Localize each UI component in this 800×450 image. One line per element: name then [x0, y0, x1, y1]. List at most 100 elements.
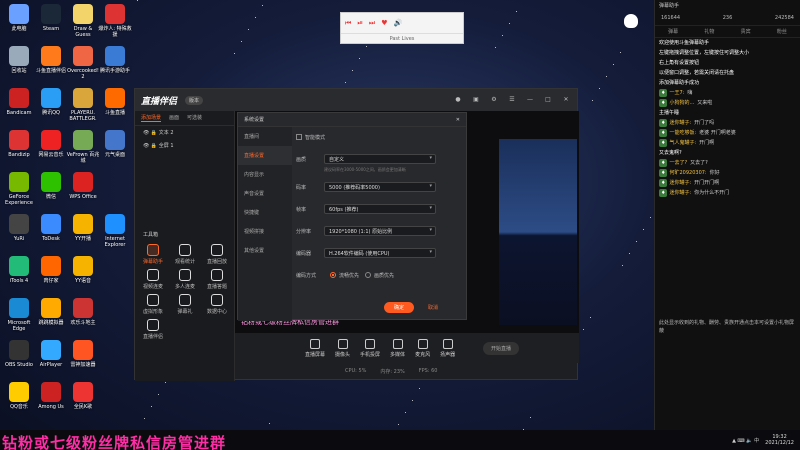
pro-mode-row[interactable]: 智能模式 [296, 131, 464, 143]
tool-button[interactable]: 视频连麦 [137, 269, 169, 290]
setting-select[interactable]: 60fps (推荐) [324, 204, 436, 214]
radio-quality[interactable] [365, 272, 372, 278]
close-icon[interactable]: ✕ [561, 95, 571, 105]
desktop-icon[interactable]: Overcooked! 2 [66, 46, 100, 90]
player-control-icon[interactable]: ⏮ [345, 19, 351, 28]
chat-username[interactable]: 一去了? [669, 160, 687, 166]
source-button[interactable]: 多媒体 [390, 338, 405, 358]
scene-tab[interactable]: 画面 [169, 114, 179, 122]
panel-tabs[interactable]: 弹幕 礼物 贵宾 粉丝 [655, 26, 800, 38]
tool-button[interactable]: 观看统计 [169, 244, 201, 265]
setting-select[interactable]: H.264软件编码 (使用CPU) [324, 248, 436, 258]
source-button[interactable]: 扬声器 [440, 338, 455, 358]
desktop-icon[interactable]: 此电脑 [2, 4, 36, 48]
tool-button[interactable]: 多人连麦 [169, 269, 201, 290]
desktop-icon[interactable]: iTools 4 [2, 256, 36, 300]
pro-mode-checkbox[interactable] [296, 134, 302, 140]
tool-button[interactable]: 数据中心 [201, 294, 233, 315]
setting-select[interactable]: 自定义 [324, 154, 436, 164]
chat-username[interactable]: 迷你罐子: [669, 180, 691, 186]
player-control-icon[interactable]: 🔊 [394, 19, 403, 27]
desktop-icon[interactable]: 微信 [34, 172, 68, 216]
desktop-icon[interactable]: 元气桌面 [98, 130, 132, 174]
desktop-icon[interactable]: YuRi [2, 214, 36, 258]
menu-icon[interactable]: ☰ [507, 95, 517, 105]
desktop-icon[interactable]: GeForce Experience [2, 172, 36, 216]
desktop-icon[interactable]: OBS Studio [2, 340, 36, 384]
chat-username[interactable]: 迷你罐子: [669, 120, 691, 126]
chat-username[interactable]: 一能吃够饭: [669, 130, 696, 136]
start-stream-button[interactable]: 开始直播 [482, 341, 519, 355]
source-button[interactable]: 手机投屏 [360, 338, 380, 358]
desktop-icon[interactable]: Internet Explorer [98, 214, 132, 258]
source-button[interactable]: 直播屏幕 [305, 338, 325, 358]
panel-tab[interactable]: 礼物 [704, 28, 714, 35]
desktop-icon[interactable]: Bandicam [2, 88, 36, 132]
desktop-icon[interactable]: 斗鱼直播伴侣 [34, 46, 68, 90]
scene-item[interactable]: 👁 🔒 全屏 1 [135, 139, 234, 152]
settings-menu-item[interactable]: 快捷键 [238, 203, 292, 222]
tool-button[interactable]: 直播伴侣 [137, 319, 169, 340]
scene-item[interactable]: 👁 🔒 文本 2 [135, 126, 234, 139]
desktop-icon[interactable]: 网易云音乐 [34, 130, 68, 174]
chat-username[interactable]: 迷你罐子: [669, 190, 691, 196]
desktop-icon[interactable]: Bandizip [2, 130, 36, 174]
tool-button[interactable]: 弹幕礼 [169, 294, 201, 315]
desktop-icon[interactable]: YY开播 [66, 214, 100, 258]
tray-icons[interactable]: ▲ ⌨ 🔈 中 [732, 437, 759, 444]
source-button[interactable]: 摄像头 [335, 338, 350, 358]
source-button[interactable]: 麦克风 [415, 338, 430, 358]
dialog-close-icon[interactable]: ✕ [456, 117, 460, 123]
desktop-icon[interactable]: 欢乐斗地主 [66, 298, 100, 342]
desktop-icon[interactable]: AirPlayer [34, 340, 68, 384]
desktop-icon[interactable]: 腾讯手游助手 [98, 46, 132, 90]
settings-icon[interactable]: ⚙ [489, 95, 499, 105]
settings-menu-item[interactable]: 内容显示 [238, 165, 292, 184]
maximize-icon[interactable]: □ [543, 95, 553, 105]
settings-menu-item[interactable]: 视频拼接 [238, 222, 292, 241]
scene-tabs[interactable]: 添加场景 画面 可选装 [135, 111, 234, 126]
tool-button[interactable]: 直播答题 [201, 269, 233, 290]
avatar-icon[interactable]: ● [453, 95, 463, 105]
clock[interactable]: 19:32 2021/12/12 [765, 434, 794, 446]
settings-menu-item[interactable]: 声音设置 [238, 184, 292, 203]
desktop-icon[interactable]: Among Us [34, 382, 68, 426]
minimize-icon[interactable]: — [525, 95, 535, 105]
desktop-icon[interactable]: Draw & Guess [66, 4, 100, 48]
player-controls[interactable]: ⏮ ⏯ ⏭ ♥ 🔊 [341, 13, 463, 33]
tool-button[interactable]: 直播回放 [201, 244, 233, 265]
setting-select[interactable]: 5000 (推荐码率5000) [324, 182, 436, 192]
setting-select[interactable]: 1920*1080 (1:1) 原始比例 [324, 226, 436, 236]
tool-button[interactable]: 弹幕助手 [137, 244, 169, 265]
chat-username[interactable]: 一王7: [669, 90, 684, 96]
tool-button[interactable]: 虚拟形象 [137, 294, 169, 315]
desktop-icon[interactable]: YY语音 [66, 256, 100, 300]
desktop-icon[interactable]: 肉仔家 [34, 256, 68, 300]
desktop-icon[interactable]: ToDesk [34, 214, 68, 258]
skin-icon[interactable]: ▣ [471, 95, 481, 105]
version-badge[interactable]: 版本 [185, 95, 204, 105]
scene-tab[interactable]: 添加场景 [141, 114, 162, 122]
desktop-icon[interactable]: 爆炸人: 特殊救援 [98, 4, 132, 48]
desktop-icon[interactable]: 回收站 [2, 46, 36, 90]
settings-menu-item[interactable]: 直播设置 [238, 146, 292, 165]
desktop-icon[interactable]: VeFrown 百兆城 [66, 130, 100, 174]
panel-tab[interactable]: 贵宾 [741, 28, 751, 35]
settings-menu-item[interactable]: 直播间 [238, 127, 292, 146]
desktop-icon[interactable]: 全民K歌 [66, 382, 100, 426]
desktop-icon[interactable]: 跳跳模拟器 [34, 298, 68, 342]
player-control-icon[interactable]: ⏭ [369, 19, 375, 28]
chat-username[interactable]: 何旷20920307: [669, 170, 706, 176]
desktop-icon[interactable]: 斗鱼直播 [98, 88, 132, 132]
music-player[interactable]: ⏮ ⏯ ⏭ ♥ 🔊 Past Lives [340, 12, 464, 44]
cat-widget-icon[interactable] [624, 14, 638, 28]
ok-button[interactable]: 确定 [383, 302, 414, 313]
player-control-icon[interactable]: ⏯ [357, 19, 363, 28]
desktop-icon[interactable]: PLAYERU. BATTLEGR. [66, 88, 100, 132]
cancel-button[interactable]: 取消 [420, 302, 446, 313]
settings-menu-item[interactable]: 其他设置 [238, 241, 292, 260]
chat-username[interactable]: 气人鬼罐子: [669, 140, 696, 146]
chat-username[interactable]: 小狗狗的... [669, 100, 694, 106]
desktop-icon[interactable]: 腾讯QQ [34, 88, 68, 132]
desktop-icon[interactable]: 雷神加速器 [66, 340, 100, 384]
